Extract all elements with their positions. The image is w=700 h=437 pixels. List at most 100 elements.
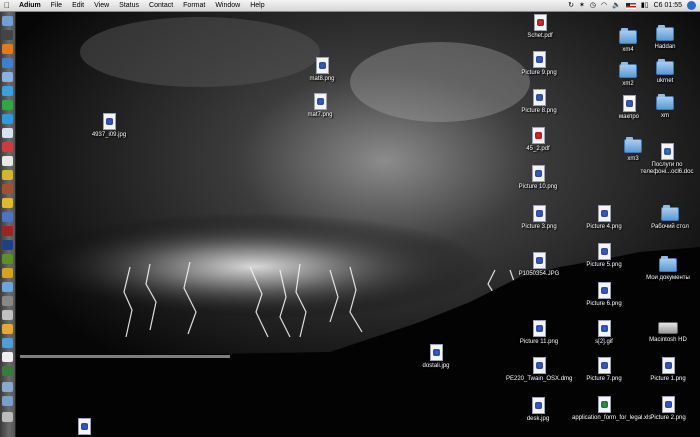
desktop-file-dostali[interactable]: dostali.jpg [415, 344, 457, 370]
image-file-icon [313, 93, 327, 110]
spotlight-icon[interactable] [687, 1, 696, 10]
image-file-icon [597, 282, 611, 299]
dock-downloads-icon[interactable] [2, 382, 13, 392]
desktop-file-picture-6[interactable]: Picture 6.png [580, 282, 628, 308]
desktop-file-picture-8[interactable]: Picture 8.png [515, 89, 563, 115]
desktop-file-picture-1[interactable]: Picture 1.png [644, 357, 692, 383]
desktop-folder-rabochiy-stol[interactable]: Рабочий стол [645, 205, 695, 231]
image-file-icon [597, 320, 611, 337]
image-file-icon [532, 320, 546, 337]
desktop-file-picture-9[interactable]: Picture 9.png [515, 51, 563, 77]
input-source-flag-icon[interactable] [625, 2, 636, 9]
document-file-icon [622, 95, 636, 112]
menu-view[interactable]: View [89, 2, 114, 9]
battery-icon[interactable]: ▮▯ [641, 1, 649, 11]
image-file-icon [532, 252, 546, 269]
clock[interactable]: C6 01:55 [654, 1, 682, 11]
desktop-file-45-2-pdf[interactable]: 45_2.pdf [518, 127, 558, 153]
dock-calendar-icon[interactable] [2, 156, 13, 166]
menu-contact[interactable]: Contact [144, 2, 178, 9]
dock-app-icon[interactable] [2, 296, 13, 306]
desktop-file-picture-11[interactable]: Picture 11.png [513, 320, 565, 346]
dock-adium-icon[interactable] [2, 100, 13, 110]
dock-app-icon[interactable] [2, 268, 13, 278]
dock-app-icon[interactable] [2, 366, 13, 376]
dock-dashboard-icon[interactable] [2, 30, 13, 40]
desktop-file-picture-5[interactable]: Picture 5.png [580, 243, 628, 269]
desktop-file-picture-7[interactable]: Picture 7.png [580, 357, 628, 383]
sync-icon[interactable]: ↻ [568, 1, 574, 11]
volume-icon[interactable]: 🔈 [612, 1, 621, 11]
desktop-folder-moi-dokumenty[interactable]: Мои документы [640, 256, 696, 282]
desktop-file-application-form[interactable]: application_form_for_legal.xls [572, 396, 651, 422]
desktop-file-makpro[interactable]: макпро [612, 95, 646, 121]
desktop-file-s2-gif[interactable]: s[2].gif [585, 320, 623, 346]
desktop-file-p1050354[interactable]: P1050354.JPG [513, 252, 565, 278]
folder-icon [656, 59, 674, 75]
dock-ichat-icon[interactable] [2, 86, 13, 96]
dock-photoshop-icon[interactable] [2, 240, 13, 250]
desktop-folder-haddan[interactable]: Haddan [648, 25, 682, 51]
menu-help[interactable]: Help [245, 2, 269, 9]
pdf-file-icon [533, 14, 547, 31]
dock-app-icon[interactable] [2, 142, 13, 152]
dock-app-icon[interactable] [2, 338, 13, 348]
dock-safari-icon[interactable] [2, 58, 13, 68]
desktop-file-partial[interactable] [74, 418, 94, 437]
desktop-file-mat8[interactable]: mat8.png [302, 57, 342, 83]
desktop-file-picture-4[interactable]: Picture 4.png [580, 205, 628, 231]
desktop-file-picture-10[interactable]: Picture 10.png [513, 165, 563, 191]
folder-icon [656, 94, 674, 110]
menu-format[interactable]: Format [178, 2, 210, 9]
desktop-file-poslugi[interactable]: Послуги по телефоні...ocl6.doc [637, 143, 697, 176]
time-machine-icon[interactable]: ◷ [590, 1, 596, 11]
desktop-drive-macintosh-hd[interactable]: Macintosh HD [644, 318, 692, 344]
menu-window[interactable]: Window [210, 2, 245, 9]
dock-trash-icon[interactable] [2, 412, 13, 422]
desktop-folder-xm[interactable]: xm [648, 94, 682, 120]
dock-finder-icon[interactable] [2, 16, 13, 26]
menu-status[interactable]: Status [114, 2, 144, 9]
apple-menu-icon[interactable]:  [0, 1, 14, 10]
dock-skype-icon[interactable] [2, 114, 13, 124]
pdf-file-icon [531, 127, 545, 144]
desktop-file-picture-2[interactable]: Picture 2.png [644, 396, 692, 422]
desktop-folder-xm2[interactable]: xm2 [612, 62, 644, 88]
dock-app-icon[interactable] [2, 254, 13, 264]
desktop-folder-xm4[interactable]: xm4 [612, 28, 644, 54]
dock-app-icon[interactable] [2, 310, 13, 320]
desktop-folder-ukrnet[interactable]: ukrnet [648, 59, 682, 85]
dock [0, 12, 16, 437]
dock-app-icon[interactable] [2, 198, 13, 208]
dock-flash-icon[interactable] [2, 226, 13, 236]
disk-image-icon [532, 357, 546, 374]
folder-icon [656, 25, 674, 41]
folder-icon [659, 256, 677, 272]
dock-app-icon[interactable] [2, 352, 13, 362]
dock-app-icon[interactable] [2, 184, 13, 194]
dock-documents-icon[interactable] [2, 396, 13, 406]
menu-file[interactable]: File [46, 2, 67, 9]
image-file-icon [661, 396, 675, 413]
dock-app-icon[interactable] [2, 212, 13, 222]
desktop-file-mat7[interactable]: mat7.png [300, 93, 340, 119]
image-file-icon [429, 344, 443, 361]
wifi-icon[interactable]: ◠ [601, 1, 607, 11]
desktop-file-desk-jpg[interactable]: desk.jpg [518, 397, 558, 423]
dock-itunes-icon[interactable] [2, 128, 13, 138]
image-file-icon [77, 418, 91, 435]
menu-app-name[interactable]: Adium [14, 2, 46, 9]
dock-firefox-icon[interactable] [2, 44, 13, 54]
folder-icon [661, 205, 679, 221]
desktop-file-picture-3[interactable]: Picture 3.png [515, 205, 563, 231]
dock-mail-icon[interactable] [2, 72, 13, 82]
menu-edit[interactable]: Edit [67, 2, 89, 9]
image-file-icon [102, 113, 116, 130]
dock-app-icon[interactable] [2, 324, 13, 334]
dock-app-icon[interactable] [2, 170, 13, 180]
desktop-file-pe220[interactable]: PE220_Twain_OSX.dmg [506, 357, 572, 383]
desktop-file-schet-pdf[interactable]: Schet.pdf [520, 14, 560, 40]
bluetooth-icon[interactable]: ✶ [579, 1, 585, 11]
desktop-file-4937[interactable]: 4937_i09.jpg [84, 113, 134, 139]
dock-app-icon[interactable] [2, 282, 13, 292]
